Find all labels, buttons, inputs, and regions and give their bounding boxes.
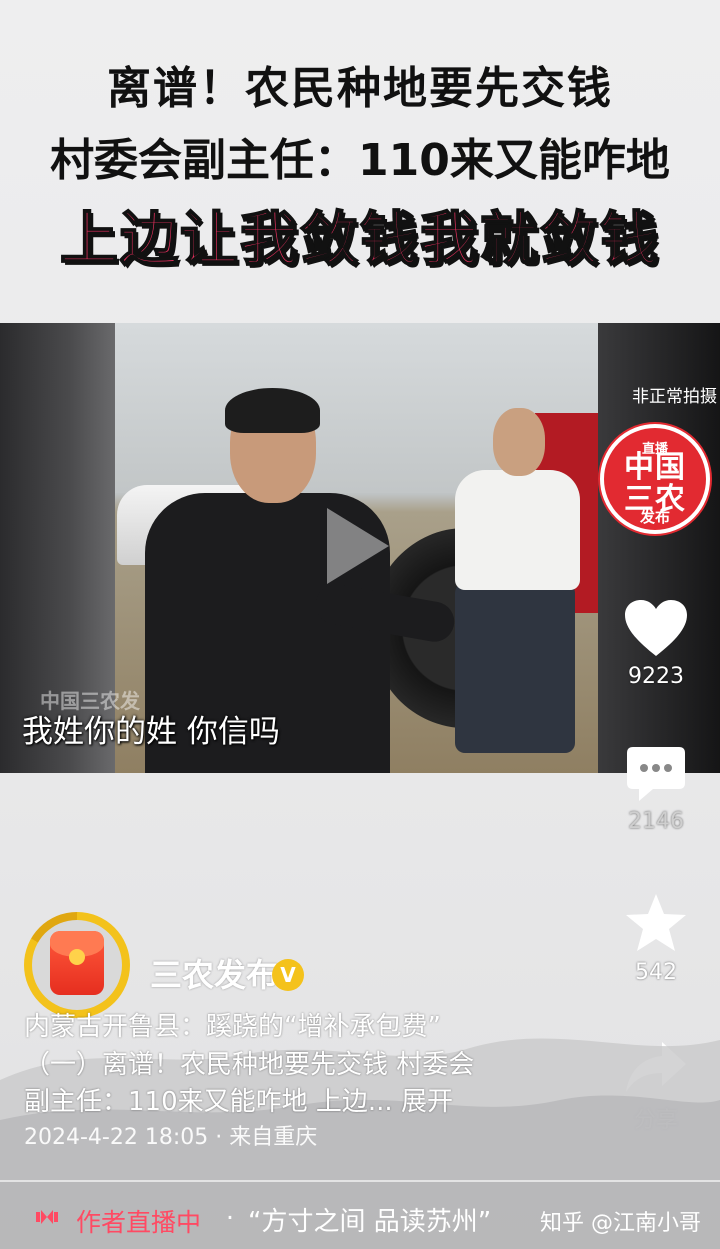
comment-icon	[627, 747, 685, 801]
expand-link[interactable]: 展开	[401, 1087, 453, 1117]
red-packet-icon[interactable]	[50, 931, 104, 995]
headline-line-2: 村委会副主任：110来又能咋地	[50, 135, 670, 186]
favorite-count: 542	[635, 960, 677, 985]
live-title[interactable]: “方寸之间 品读苏州”	[248, 1201, 491, 1238]
author-avatar[interactable]	[24, 912, 130, 1018]
headline-line-3: 上边让我敛钱我就敛钱	[59, 204, 660, 274]
star-icon	[626, 894, 686, 951]
channel-tag: 非正常拍摄	[632, 387, 717, 407]
source-watermark: 知乎 @江南小哥	[540, 1211, 701, 1236]
favorite-button[interactable]: 542	[620, 892, 692, 985]
comment-count: 2146	[628, 809, 684, 834]
live-status-text[interactable]: 作者直播中	[76, 1203, 201, 1239]
play-icon[interactable]	[327, 508, 389, 584]
description-line-1: 内蒙古开鲁县：蹊跷的“增补承包费”	[24, 1012, 441, 1042]
description-line-3-text: 副主任：110来又能咋地 上边...	[24, 1087, 393, 1117]
video-person-seated	[455, 408, 585, 768]
channel-logo[interactable]: 直播 中国 三农 发布	[600, 424, 710, 534]
video-player[interactable]: 中国三农发 我姓你的姓 你信吗	[0, 323, 720, 773]
video-subtitle: 我姓你的姓 你信吗	[22, 714, 280, 750]
description-line-2: （一）离谱！农民种地要先交钱 村委会	[24, 1050, 475, 1080]
heart-icon	[625, 600, 687, 656]
verified-badge-icon: V	[272, 959, 304, 991]
like-button[interactable]: 9223	[620, 598, 692, 689]
live-icon	[36, 1210, 58, 1224]
author-name[interactable]: 三农发布	[150, 950, 278, 996]
like-count: 9223	[628, 664, 684, 689]
description-line-3: 副主任：110来又能咋地 上边... 展开	[24, 1081, 584, 1118]
headline-line-1: 离谱！农民种地要先交钱	[107, 63, 613, 114]
logo-bottom-text: 发布	[639, 508, 670, 526]
post-meta: 2024-4-22 18:05 · 来自重庆	[24, 1125, 318, 1150]
comment-button[interactable]: 2146	[620, 745, 692, 834]
live-separator: ·	[226, 1203, 234, 1232]
